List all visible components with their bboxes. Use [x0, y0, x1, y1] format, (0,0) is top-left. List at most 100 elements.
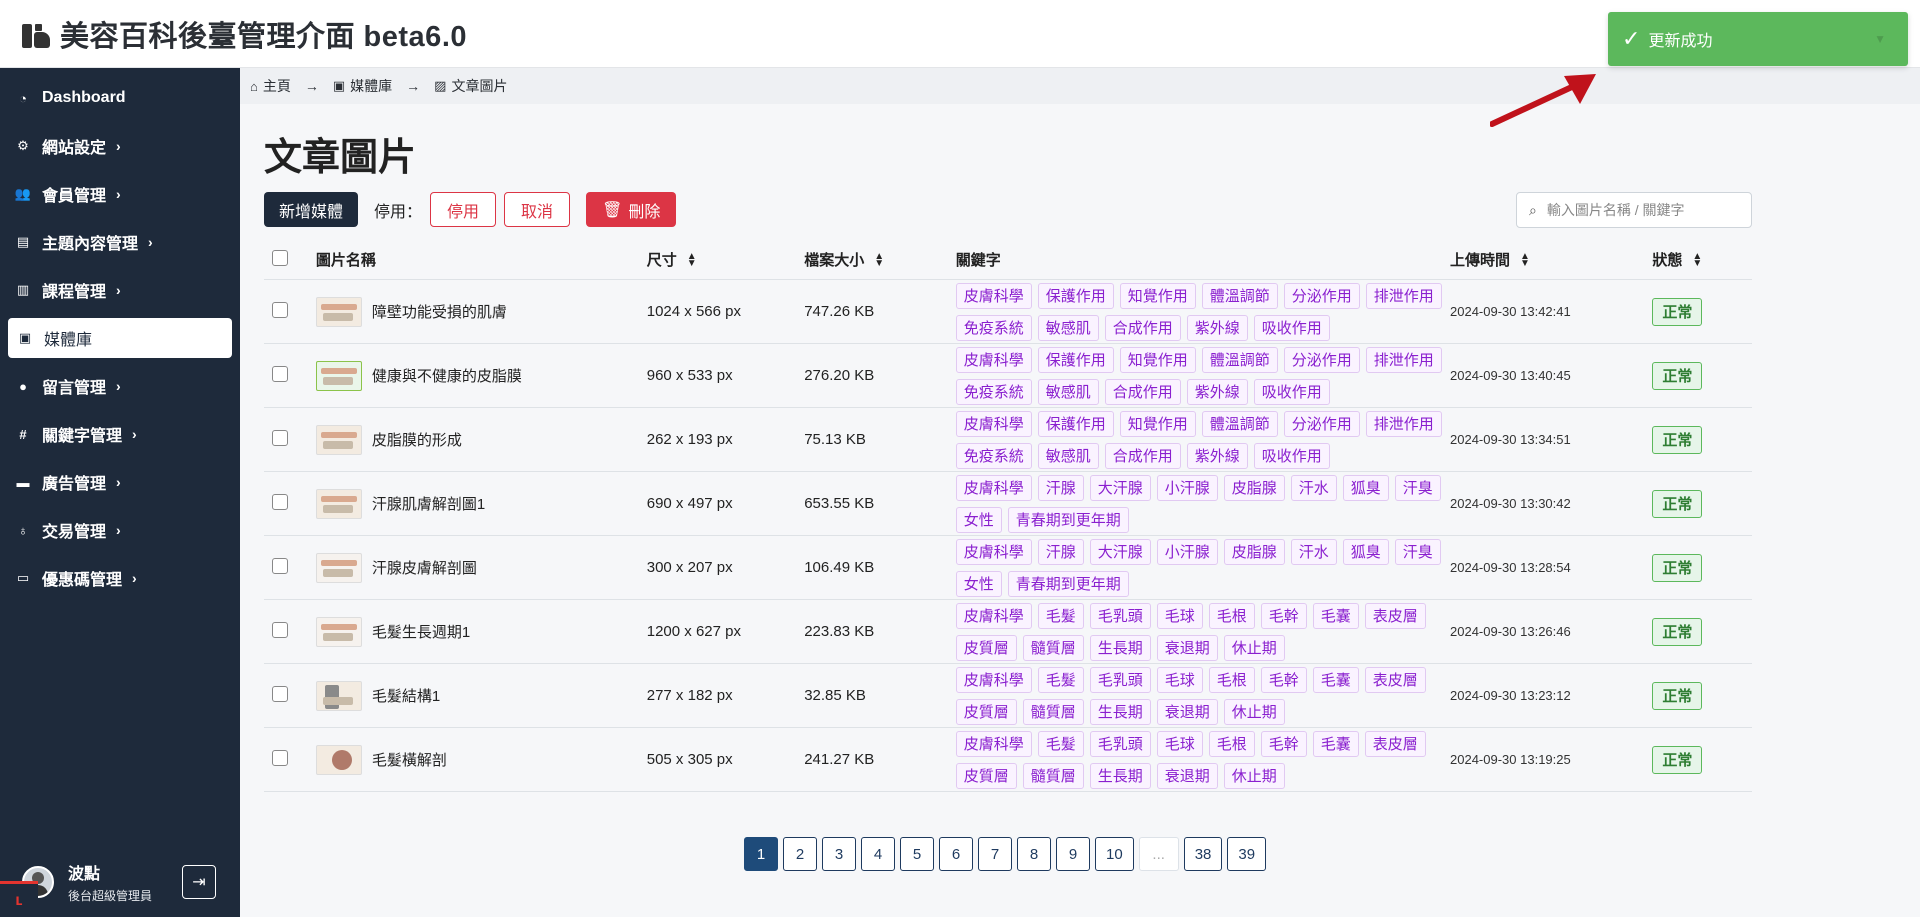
- breadcrumb-home[interactable]: ⌂ 主頁: [250, 76, 291, 96]
- keyword-tag[interactable]: 狐臭: [1342, 474, 1389, 501]
- keyword-tag[interactable]: 衰退期: [1156, 698, 1218, 725]
- sidebar-item-4[interactable]: ▥ 課程管理 ›: [0, 266, 240, 314]
- keyword-tag[interactable]: 知覺作用: [1119, 282, 1196, 309]
- header-uploaded[interactable]: 上傳時間 ▲ ▼: [1450, 249, 1652, 270]
- keyword-tag[interactable]: 髓質層: [1022, 634, 1084, 661]
- keyword-tag[interactable]: 敏感肌: [1037, 442, 1099, 469]
- keyword-tag[interactable]: 皮膚科學: [955, 538, 1032, 565]
- keyword-tag[interactable]: 休止期: [1223, 762, 1285, 789]
- keyword-tag[interactable]: 免疫系統: [955, 314, 1032, 341]
- sidebar-item-8[interactable]: ▬ 廣告管理 ›: [0, 458, 240, 506]
- status-badge[interactable]: 正常: [1652, 297, 1703, 326]
- keyword-tag[interactable]: 毛幹: [1260, 666, 1307, 693]
- image-name[interactable]: 健康與不健康的皮脂膜: [372, 365, 522, 386]
- sidebar-item-2[interactable]: 👥 會員管理 ›: [0, 170, 240, 218]
- sidebar-item-10[interactable]: ▭ 優惠碼管理 ›: [0, 554, 240, 602]
- keyword-tag[interactable]: 狐臭: [1342, 538, 1389, 565]
- logout-button[interactable]: ⇥: [182, 865, 216, 899]
- keyword-tag[interactable]: 分泌作用: [1283, 282, 1360, 309]
- keyword-tag[interactable]: 皮脂腺: [1223, 538, 1285, 565]
- delete-button[interactable]: 🗑 刪除: [586, 192, 677, 227]
- keyword-tag[interactable]: 皮膚科學: [955, 474, 1032, 501]
- row-checkbox[interactable]: [272, 429, 288, 446]
- keyword-tag[interactable]: 毛乳頭: [1089, 730, 1151, 757]
- header-size[interactable]: 尺寸 ▲ ▼: [647, 249, 804, 270]
- keyword-tag[interactable]: 毛髮: [1037, 730, 1084, 757]
- keyword-tag[interactable]: 皮質層: [955, 762, 1017, 789]
- header-file-size[interactable]: 檔案大小 ▲ ▼: [804, 249, 955, 270]
- sidebar-item-9[interactable]: ♁ 交易管理 ›: [0, 506, 240, 554]
- keyword-tag[interactable]: 毛囊: [1312, 602, 1359, 629]
- sidebar-item-6[interactable]: ● 留言管理 ›: [0, 362, 240, 410]
- sidebar-item-1[interactable]: ⚙ 網站設定 ›: [0, 122, 240, 170]
- status-badge[interactable]: 正常: [1652, 425, 1703, 454]
- keyword-tag[interactable]: 體溫調節: [1201, 410, 1278, 437]
- status-badge[interactable]: 正常: [1652, 681, 1703, 710]
- keyword-tag[interactable]: 合成作用: [1104, 442, 1181, 469]
- page-button[interactable]: 7: [978, 837, 1012, 871]
- keyword-tag[interactable]: 毛乳頭: [1089, 602, 1151, 629]
- keyword-tag[interactable]: 生長期: [1089, 698, 1151, 725]
- image-thumbnail[interactable]: [315, 296, 362, 327]
- cancel-button[interactable]: 取消: [504, 192, 571, 227]
- keyword-tag[interactable]: 紫外線: [1186, 378, 1248, 405]
- keyword-tag[interactable]: 體溫調節: [1201, 346, 1278, 373]
- keyword-tag[interactable]: 保護作用: [1037, 410, 1114, 437]
- keyword-tag[interactable]: 敏感肌: [1037, 378, 1099, 405]
- keyword-tag[interactable]: 合成作用: [1104, 314, 1181, 341]
- keyword-tag[interactable]: 小汗腺: [1156, 474, 1218, 501]
- image-thumbnail[interactable]: [315, 744, 362, 775]
- keyword-tag[interactable]: 生長期: [1089, 634, 1151, 661]
- keyword-tag[interactable]: 髓質層: [1022, 762, 1084, 789]
- status-badge[interactable]: 正常: [1652, 489, 1703, 518]
- keyword-tag[interactable]: 生長期: [1089, 762, 1151, 789]
- page-button[interactable]: 5: [900, 837, 934, 871]
- page-button[interactable]: 1: [744, 837, 778, 871]
- table-row[interactable]: 汗腺肌膚解剖圖1 690 x 497 px 653.55 KB 皮膚科學 汗腺 大汗腺 小汗…: [264, 472, 1752, 536]
- image-thumbnail[interactable]: [315, 360, 362, 391]
- keyword-tag[interactable]: 小汗腺: [1156, 538, 1218, 565]
- image-name[interactable]: 毛髮結構1: [372, 685, 440, 706]
- page-button[interactable]: 3: [822, 837, 856, 871]
- keyword-tag[interactable]: 毛根: [1208, 730, 1255, 757]
- keyword-tag[interactable]: 衰退期: [1156, 762, 1218, 789]
- page-button[interactable]: 8: [1017, 837, 1051, 871]
- keyword-tag[interactable]: 免疫系統: [955, 378, 1032, 405]
- keyword-tag[interactable]: 毛根: [1208, 602, 1255, 629]
- keyword-tag[interactable]: 知覺作用: [1119, 410, 1196, 437]
- keyword-tag[interactable]: 毛球: [1156, 602, 1203, 629]
- keyword-tag[interactable]: 知覺作用: [1119, 346, 1196, 373]
- image-name[interactable]: 障壁功能受損的肌膚: [372, 301, 507, 322]
- keyword-tag[interactable]: 合成作用: [1104, 378, 1181, 405]
- image-thumbnail[interactable]: [315, 552, 362, 583]
- keyword-tag[interactable]: 皮質層: [955, 698, 1017, 725]
- keyword-tag[interactable]: 體溫調節: [1201, 282, 1278, 309]
- sidebar-item-0[interactable]: ◔ Dashboard: [0, 74, 240, 122]
- keyword-tag[interactable]: 皮膚科學: [955, 602, 1032, 629]
- status-badge[interactable]: 正常: [1652, 553, 1703, 582]
- table-row[interactable]: 毛髮橫解剖 505 x 305 px 241.27 KB 皮膚科學 毛髮 毛乳頭 毛球 毛根毛…: [264, 728, 1752, 792]
- row-checkbox[interactable]: [272, 493, 288, 510]
- keyword-tag[interactable]: 髓質層: [1022, 698, 1084, 725]
- page-button[interactable]: 39: [1227, 837, 1267, 871]
- table-row[interactable]: 障壁功能受損的肌膚 1024 x 566 px 747.26 KB 皮膚科學 保護作用知…: [264, 280, 1752, 344]
- page-button[interactable]: 9: [1056, 837, 1090, 871]
- keyword-tag[interactable]: 表皮層: [1364, 666, 1426, 693]
- row-checkbox[interactable]: [272, 685, 288, 702]
- row-checkbox[interactable]: [272, 749, 288, 766]
- keyword-tag[interactable]: 吸收作用: [1253, 314, 1330, 341]
- keyword-tag[interactable]: 休止期: [1223, 698, 1285, 725]
- keyword-tag[interactable]: 皮質層: [955, 634, 1017, 661]
- status-badge[interactable]: 正常: [1652, 361, 1703, 390]
- keyword-tag[interactable]: 汗腺: [1037, 538, 1084, 565]
- image-name[interactable]: 毛髮生長週期1: [372, 621, 470, 642]
- sidebar-item-3[interactable]: ▤ 主題內容管理 ›: [0, 218, 240, 266]
- sidebar-item-5[interactable]: ▣ 媒體庫: [8, 318, 232, 358]
- keyword-tag[interactable]: 毛髮: [1037, 666, 1084, 693]
- keyword-tag[interactable]: 毛髮: [1037, 602, 1084, 629]
- keyword-tag[interactable]: 吸收作用: [1253, 378, 1330, 405]
- row-checkbox[interactable]: [272, 301, 288, 318]
- page-button[interactable]: 2: [783, 837, 817, 871]
- keyword-tag[interactable]: 毛幹: [1260, 730, 1307, 757]
- keyword-tag[interactable]: 汗水: [1290, 538, 1337, 565]
